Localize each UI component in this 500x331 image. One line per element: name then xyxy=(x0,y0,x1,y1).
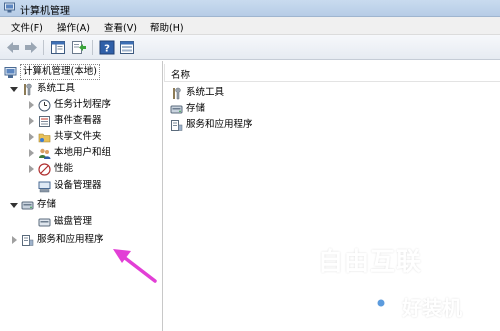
properties-icon[interactable] xyxy=(119,40,135,55)
tree-label-event-viewer: 事件查看器 xyxy=(54,115,102,126)
tree-label-local-users: 本地用户和组 xyxy=(54,147,112,158)
menu-file[interactable]: 文件(F) xyxy=(9,20,45,34)
svg-text:?: ? xyxy=(104,44,110,55)
tree-item-services-apps[interactable]: 服务和应用程序 xyxy=(10,232,104,248)
tree-root[interactable]: 计算机管理(本地) xyxy=(4,64,100,80)
users-icon xyxy=(39,148,51,159)
show-hide-tree-icon[interactable] xyxy=(50,40,66,55)
shared-folder-icon xyxy=(38,133,51,142)
collapsed-arrow-icon[interactable] xyxy=(27,133,35,141)
window-title: 计算机管理 xyxy=(20,6,70,17)
tree-item-task-scheduler[interactable]: 任务计划程序 xyxy=(27,97,111,113)
toolbar-separator xyxy=(43,40,44,55)
disk-management-icon xyxy=(38,218,51,226)
menu-help[interactable]: 帮助(H) xyxy=(148,20,186,34)
console-tree: 计算机管理(本地) 系统工具 任务计划程序 事件查看器 共享文件夹 本地用户和组… xyxy=(0,61,163,331)
back-arrow-icon[interactable] xyxy=(5,40,21,55)
storage-icon xyxy=(21,201,34,209)
tree-item-local-users[interactable]: 本地用户和组 xyxy=(27,145,111,161)
services-apps-icon xyxy=(22,234,34,246)
tree-item-shared-folders[interactable]: 共享文件夹 xyxy=(27,129,102,145)
system-tools-icon xyxy=(24,83,32,95)
export-list-icon[interactable] xyxy=(71,40,87,55)
tree-item-system-tools[interactable]: 系统工具 xyxy=(10,81,75,97)
tree-label-disk-management: 磁盘管理 xyxy=(54,216,93,227)
collapsed-arrow-icon[interactable] xyxy=(27,117,35,125)
tree-label-system-tools: 系统工具 xyxy=(37,83,76,94)
services-apps-icon xyxy=(171,119,183,131)
toolbar: ? xyxy=(0,35,500,60)
column-header-label: 名称 xyxy=(171,70,191,81)
list-label-services-apps: 服务和应用程序 xyxy=(186,119,253,130)
list-item-system-tools[interactable]: 系统工具 xyxy=(170,85,224,101)
tree-label-device-manager: 设备管理器 xyxy=(54,180,102,191)
expanded-arrow-icon[interactable] xyxy=(10,201,18,209)
menu-bar: 文件(F) 操作(A) 查看(V) 帮助(H) xyxy=(0,17,500,35)
tree-item-disk-management[interactable]: 磁盘管理 xyxy=(38,214,92,230)
computer-management-icon xyxy=(4,2,15,13)
tree-label-storage: 存储 xyxy=(37,199,57,210)
forward-arrow-icon[interactable] xyxy=(23,40,39,55)
storage-icon xyxy=(170,105,183,113)
tree-label-task-scheduler: 任务计划程序 xyxy=(54,99,112,110)
tree-item-device-manager[interactable]: 设备管理器 xyxy=(38,178,102,194)
tree-item-storage[interactable]: 存储 xyxy=(10,197,56,213)
list-item-storage[interactable]: 存储 xyxy=(170,101,205,117)
menu-action[interactable]: 操作(A) xyxy=(55,20,92,34)
expanded-arrow-icon[interactable] xyxy=(10,85,18,93)
collapsed-arrow-icon[interactable] xyxy=(27,101,35,109)
collapsed-arrow-icon[interactable] xyxy=(27,149,35,157)
list-label-storage: 存储 xyxy=(186,103,206,114)
device-manager-icon xyxy=(38,181,51,192)
help-icon[interactable]: ? xyxy=(99,40,115,55)
performance-icon xyxy=(38,162,51,176)
list-item-services-apps[interactable]: 服务和应用程序 xyxy=(170,117,253,133)
details-pane: 名称 系统工具 存储 服务和应用程序 xyxy=(164,61,500,331)
column-header-name[interactable]: 名称 xyxy=(164,64,500,82)
title-bar: 计算机管理 xyxy=(0,0,500,17)
tree-label-shared-folders: 共享文件夹 xyxy=(54,131,102,142)
main-content: 计算机管理(本地) 系统工具 任务计划程序 事件查看器 共享文件夹 本地用户和组… xyxy=(0,61,500,331)
system-tools-icon xyxy=(173,87,181,99)
clock-icon xyxy=(38,99,51,111)
tree-root-label: 计算机管理(本地) xyxy=(20,64,100,80)
tree-item-event-viewer[interactable]: 事件查看器 xyxy=(27,113,102,129)
tree-label-performance: 性能 xyxy=(54,163,74,174)
toolbar-separator xyxy=(92,40,93,55)
event-viewer-icon xyxy=(39,115,50,127)
tree-label-services-apps: 服务和应用程序 xyxy=(37,234,104,245)
collapsed-arrow-icon[interactable] xyxy=(10,236,18,244)
column-divider xyxy=(164,64,165,82)
tree-item-performance[interactable]: 性能 xyxy=(27,161,73,177)
computer-management-icon xyxy=(4,66,17,78)
menu-view[interactable]: 查看(V) xyxy=(102,20,139,34)
collapsed-arrow-icon[interactable] xyxy=(27,165,35,173)
list-label-system-tools: 系统工具 xyxy=(186,87,225,98)
